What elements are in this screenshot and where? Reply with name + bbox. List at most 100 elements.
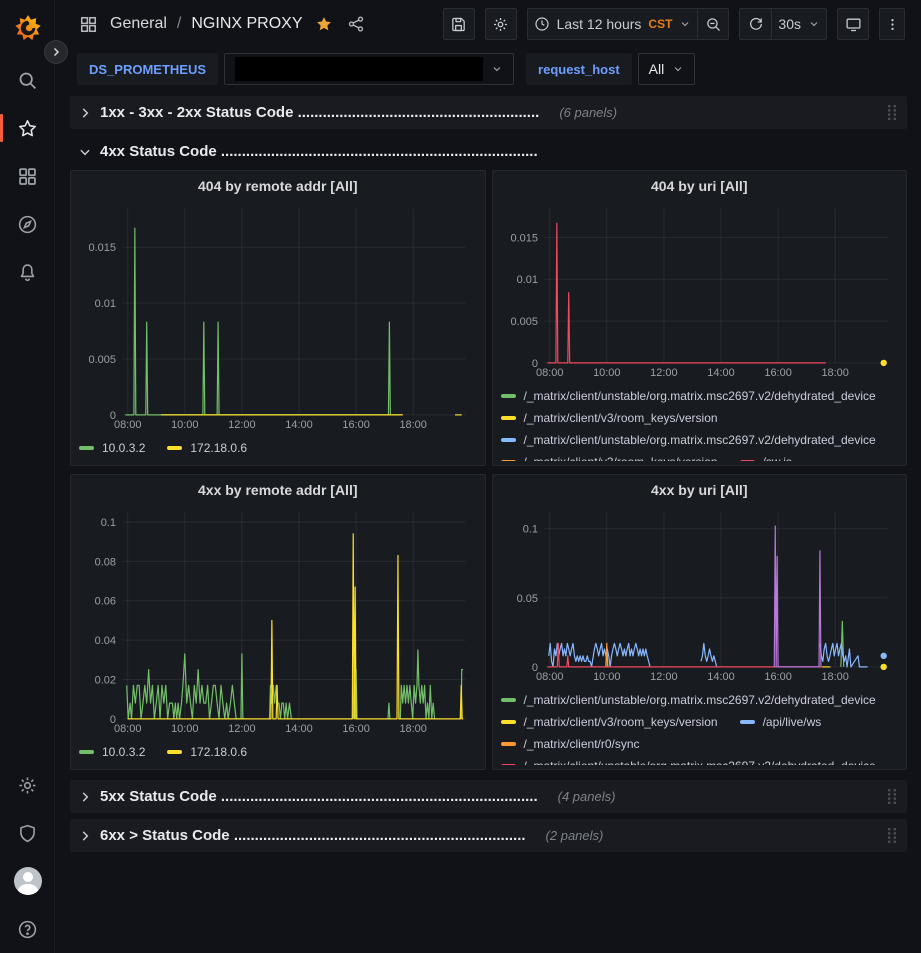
timeseries-plot[interactable]: 08:0010:0012:0014:0016:0018:0000.050.1 — [501, 505, 897, 685]
legend-swatch — [501, 416, 516, 420]
top-navbar: General / NGINX PROXY Last 12 hours CST — [55, 0, 921, 48]
legend-label: /sw.js — [763, 455, 792, 461]
legend-label: /_matrix/client/v3/room_keys/version — [524, 411, 718, 425]
kebab-menu-button[interactable] — [879, 8, 905, 40]
explore-nav-button[interactable] — [0, 200, 55, 248]
legend-label: /_matrix/client/unstable/org.matrix.msc2… — [524, 693, 876, 707]
panel-legend: /_matrix/client/unstable/org.matrix.msc2… — [501, 685, 897, 765]
svg-text:0: 0 — [110, 714, 116, 726]
row-1xx-3xx-2xx[interactable]: 1xx - 3xx - 2xx Status Code ............… — [70, 96, 907, 129]
svg-text:18:00: 18:00 — [821, 671, 848, 683]
svg-text:14:00: 14:00 — [707, 367, 734, 379]
svg-text:18:00: 18:00 — [399, 723, 426, 735]
sidebar-expand-button[interactable] — [44, 40, 68, 64]
alerting-nav-button[interactable] — [0, 248, 55, 296]
svg-text:0.05: 0.05 — [516, 593, 537, 605]
panel-title[interactable]: 4xx by uri [All] — [493, 475, 907, 505]
legend-item[interactable]: /_matrix/client/v3/room_keys/version — [501, 711, 718, 733]
zoom-out-icon — [705, 16, 722, 33]
breadcrumb-folder[interactable]: General — [110, 15, 167, 33]
chevron-down-icon — [672, 63, 684, 75]
row-6xx-status-code[interactable]: 6xx > Status Code ......................… — [70, 819, 907, 852]
server-admin-nav-button[interactable] — [0, 809, 55, 857]
legend-item[interactable]: /sw.js — [740, 451, 792, 461]
legend-swatch — [501, 720, 516, 724]
starred-nav-button[interactable] — [0, 104, 55, 152]
legend-swatch — [79, 750, 94, 754]
row-drag-handle[interactable] — [888, 789, 897, 804]
svg-text:08:00: 08:00 — [114, 723, 141, 735]
refresh-interval-picker[interactable]: 30s — [771, 8, 827, 40]
legend-item[interactable]: 10.0.3.2 — [79, 741, 145, 763]
row-title: 6xx > Status Code — [100, 827, 230, 844]
breadcrumb-separator: / — [177, 15, 181, 33]
bell-icon — [17, 262, 38, 283]
legend-item[interactable]: /_matrix/client/unstable/org.matrix.msc2… — [501, 385, 876, 407]
svg-text:10:00: 10:00 — [593, 367, 620, 379]
tv-mode-button[interactable] — [837, 8, 869, 40]
timeseries-plot[interactable]: 08:0010:0012:0014:0016:0018:0000.0050.01… — [79, 201, 475, 433]
chevron-right-icon — [78, 106, 92, 120]
sidebar-spacer — [0, 296, 54, 761]
save-dashboard-button[interactable] — [443, 8, 475, 40]
timeseries-plot[interactable]: 08:0010:0012:0014:0016:0018:0000.0050.01… — [501, 201, 897, 381]
share-icon — [347, 15, 365, 33]
zoom-out-time-button[interactable] — [697, 8, 729, 40]
legend-item[interactable]: 172.18.0.6 — [167, 741, 247, 763]
legend-item[interactable]: /_matrix/client/v3/room_keys/version — [501, 451, 718, 461]
row-5xx-status-code[interactable]: 5xx Status Code ........................… — [70, 780, 907, 813]
topnav-actions: Last 12 hours CST 30s — [443, 8, 905, 40]
time-range-picker[interactable]: Last 12 hours CST — [527, 8, 698, 40]
row-drag-handle[interactable] — [888, 828, 897, 843]
legend-label: /_matrix/client/v3/room_keys/version — [524, 715, 718, 729]
svg-text:12:00: 12:00 — [650, 671, 677, 683]
panel-legend: /_matrix/client/unstable/org.matrix.msc2… — [501, 381, 897, 461]
timeseries-plot[interactable]: 08:0010:0012:0014:0016:0018:0000.020.040… — [79, 505, 475, 737]
panel-title[interactable]: 404 by remote addr [All] — [71, 171, 485, 201]
panel-4xx-by-remote-addr: 4xx by remote addr [All] 08:0010:0012:00… — [70, 474, 486, 770]
svg-text:0.02: 0.02 — [95, 674, 116, 686]
row-4xx-status-code[interactable]: 4xx Status Code ........................… — [70, 135, 907, 168]
row-title-dots: ........................................… — [221, 143, 538, 160]
panel-title[interactable]: 4xx by remote addr [All] — [71, 475, 485, 505]
refresh-controls: 30s — [739, 8, 827, 40]
legend-item[interactable]: /_matrix/client/unstable/org.matrix.msc2… — [501, 429, 876, 451]
legend-label: 172.18.0.6 — [190, 745, 247, 759]
request-host-select[interactable]: All — [638, 53, 696, 85]
row-title-dots: ........................................… — [221, 788, 538, 805]
legend-item[interactable]: 172.18.0.6 — [167, 437, 247, 459]
monitor-icon — [845, 16, 862, 33]
profile-nav-button[interactable] — [0, 857, 55, 905]
dashboard-settings-button[interactable] — [485, 8, 517, 40]
svg-text:08:00: 08:00 — [535, 367, 562, 379]
legend-item[interactable]: /_matrix/client/unstable/org.matrix.msc2… — [501, 755, 876, 765]
configuration-nav-button[interactable] — [0, 761, 55, 809]
legend-swatch — [501, 698, 516, 702]
compass-icon — [17, 214, 38, 235]
row-drag-handle[interactable] — [888, 105, 897, 120]
svg-text:10:00: 10:00 — [593, 671, 620, 683]
share-dashboard-button[interactable] — [345, 13, 367, 35]
legend-swatch — [740, 460, 755, 461]
svg-text:0.1: 0.1 — [101, 517, 116, 529]
help-nav-button[interactable] — [0, 905, 55, 953]
svg-text:0.06: 0.06 — [95, 596, 116, 608]
legend-label: /_matrix/client/unstable/org.matrix.msc2… — [524, 759, 876, 765]
refresh-button[interactable] — [739, 8, 771, 40]
timezone-label: CST — [648, 17, 672, 31]
legend-label: 172.18.0.6 — [190, 441, 247, 455]
panel-title[interactable]: 404 by uri [All] — [493, 171, 907, 201]
dashboards-nav-button[interactable] — [0, 152, 55, 200]
favorite-star-button[interactable] — [313, 13, 335, 35]
panel-legend: 10.0.3.2 172.18.0.6 — [79, 737, 475, 765]
legend-item[interactable]: /api/live/ws — [740, 711, 822, 733]
legend-item[interactable]: /_matrix/client/v3/room_keys/version — [501, 407, 718, 429]
search-nav-button[interactable] — [0, 56, 55, 104]
legend-item[interactable]: 10.0.3.2 — [79, 437, 145, 459]
variable-ds-prometheus: DS_PROMETHEUS — [77, 53, 514, 85]
svg-text:0.1: 0.1 — [522, 524, 537, 536]
legend-item[interactable]: /_matrix/client/r0/sync — [501, 733, 640, 755]
ds-prometheus-select[interactable] — [224, 53, 514, 85]
panel-grid-4xx: 404 by remote addr [All] 08:0010:0012:00… — [70, 170, 907, 770]
legend-item[interactable]: /_matrix/client/unstable/org.matrix.msc2… — [501, 689, 876, 711]
